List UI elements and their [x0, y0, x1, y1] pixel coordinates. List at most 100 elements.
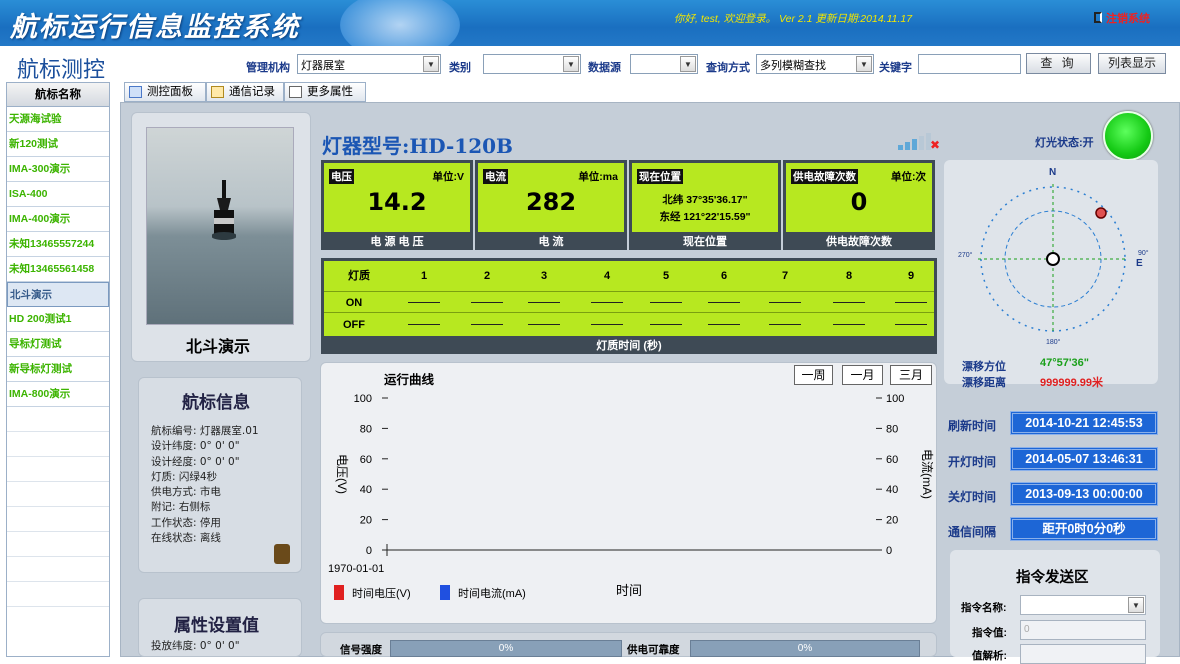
- y-tick-label: 0: [366, 545, 372, 557]
- comm-interval-value: 距开0时0分0秒: [1010, 517, 1158, 541]
- refresh-time-value: 2014-10-21 12:45:53: [1010, 411, 1158, 435]
- command-value-input[interactable]: 0: [1020, 620, 1146, 640]
- light-dash: [833, 302, 865, 303]
- query-select[interactable]: 多列模糊查找 ▼: [756, 54, 874, 74]
- sidebar-item[interactable]: ISA-400: [7, 182, 109, 207]
- light-dash: [895, 302, 927, 303]
- range-3month-button[interactable]: 三月: [890, 365, 932, 385]
- sim-card-icon[interactable]: [274, 544, 290, 564]
- chevron-down-icon: ▼: [1128, 597, 1144, 613]
- light-table-col: 1: [420, 270, 428, 282]
- sidebar-item[interactable]: IMA-400演示: [7, 207, 109, 232]
- tab-monitor-panel[interactable]: 测控面板: [124, 82, 206, 102]
- command-value-label: 指令值:: [972, 627, 1007, 639]
- chevron-down-icon: ▼: [563, 56, 579, 72]
- y-axis-label: 电压(V): [335, 454, 349, 494]
- chevron-down-icon: ▼: [856, 56, 872, 72]
- x-tick-label: 1970-01-01: [328, 563, 384, 575]
- y-tick-label: 40: [360, 484, 372, 496]
- nav-info-line: 航标编号: 灯器展室.01: [151, 425, 259, 437]
- sidebar-empty-row: [7, 557, 109, 582]
- command-name-select[interactable]: ▼: [1020, 595, 1146, 615]
- compass-icon: N E 270° 90° 180°: [958, 167, 1149, 346]
- y-tick-label: 60: [360, 454, 372, 466]
- light-table-col: 9: [907, 270, 915, 282]
- signal-label: 信号强度: [340, 644, 382, 656]
- nav-info-title: 航标信息: [182, 393, 250, 413]
- light-table-head: 灯质: [348, 270, 370, 282]
- light-dash: [471, 302, 503, 303]
- logout-icon: [1094, 12, 1102, 23]
- range-week-button[interactable]: 一周: [794, 365, 833, 385]
- app-header: 航标运行信息监控系统 你好, test, 欢迎登录。 Ver 2.1 更新日期:…: [0, 0, 1180, 46]
- nav-info-line: 在线状态: 离线: [151, 532, 221, 545]
- monitor-icon: [129, 86, 142, 98]
- attr-line: 投放纬度: 0° 0' 0": [151, 640, 240, 652]
- command-parse-field[interactable]: [1020, 644, 1146, 664]
- org-select[interactable]: 灯器展室 ▼: [297, 54, 441, 74]
- sidebar-item[interactable]: 北斗演示: [7, 282, 109, 307]
- light-table-col: 8: [845, 270, 853, 282]
- sidebar-item[interactable]: HD 200测试1: [7, 307, 109, 332]
- refresh-time-label: 刷新时间: [948, 419, 997, 433]
- drift-distance-label: 漂移距离: [962, 377, 1006, 389]
- run-curve-chart: 0 20 40 60 80 100 0 20 40 60 80 100 1970-01-01 电压(V) 电…: [328, 393, 934, 600]
- signal-strength-icon: ✖: [898, 132, 942, 152]
- sidebar-item[interactable]: 新120测试: [7, 132, 109, 157]
- sidebar-item[interactable]: 未知13465557244: [7, 232, 109, 257]
- range-month-button[interactable]: 一月: [842, 365, 883, 385]
- sidebar-empty-row: [7, 582, 109, 607]
- tab-comm-log[interactable]: 通信记录: [206, 82, 284, 102]
- latitude-value: 北纬 37°35'36.17": [662, 194, 748, 206]
- nav-info-line: 设计纬度: 0° 0' 0": [151, 440, 240, 453]
- light-table-col: 4: [603, 270, 611, 282]
- light-dash: [769, 302, 801, 303]
- type-select[interactable]: ▼: [483, 54, 581, 74]
- command-parse-label: 值解析:: [972, 650, 1007, 662]
- sidebar-empty-row: [7, 432, 109, 457]
- light-table-caption: 灯质时间 (秒): [596, 340, 662, 352]
- buoy-image: [212, 180, 236, 240]
- light-table-col: 5: [662, 270, 670, 282]
- nav-info-line: 工作状态: 停用: [151, 516, 221, 529]
- search-button[interactable]: 查 询: [1026, 53, 1091, 74]
- sidebar-item[interactable]: IMA-800演示: [7, 382, 109, 407]
- sidebar-item[interactable]: 导标灯测试: [7, 332, 109, 357]
- y2-tick-label: 80: [886, 423, 898, 435]
- light-off-time-label: 关灯时间: [948, 490, 997, 504]
- keyword-input[interactable]: [918, 54, 1021, 74]
- command-title: 指令发送区: [1016, 569, 1089, 586]
- longitude-value: 东经 121°22'15.59": [659, 211, 751, 223]
- tab-more-attrs[interactable]: 更多属性: [284, 82, 366, 102]
- light-dash: [650, 324, 682, 325]
- nav-info-line: 灯质: 闪绿4秒: [151, 470, 218, 483]
- light-off-time-value: 2013-09-13 00:00:00: [1010, 482, 1158, 506]
- source-select[interactable]: ▼: [630, 54, 698, 74]
- list-view-button[interactable]: 列表显示: [1098, 53, 1166, 74]
- logout-link[interactable]: 注销系统: [1094, 10, 1150, 26]
- light-status-indicator: [1103, 111, 1153, 161]
- legend-swatch: [334, 585, 344, 600]
- fault-count-value: 0: [850, 188, 868, 216]
- buoy-name-caption: 北斗演示: [186, 337, 251, 356]
- light-dash: [591, 302, 623, 303]
- voltage-value: 14.2: [367, 188, 427, 216]
- attr-title: 属性设置值: [174, 616, 259, 636]
- power-reliability-label: 供电可靠度: [627, 644, 680, 656]
- light-dash: [528, 324, 560, 325]
- light-dash: [895, 324, 927, 325]
- light-dash: [528, 302, 560, 303]
- nav-info-line: 设计经度: 0° 0' 0": [151, 455, 240, 468]
- light-table-col: 7: [781, 270, 789, 282]
- sidebar-item[interactable]: 未知13465561458: [7, 257, 109, 282]
- type-label: 类别: [449, 62, 471, 74]
- sidebar-item[interactable]: 新导标灯测试: [7, 357, 109, 382]
- compass-label: 90°: [1138, 249, 1149, 257]
- sidebar: 航标名称 天源海试验 新120测试 IMA-300演示 ISA-400 IMA-400演…: [6, 82, 110, 657]
- sidebar-item[interactable]: IMA-300演示: [7, 157, 109, 182]
- light-dash: [833, 324, 865, 325]
- drift-direction-value: 47°57'36": [1040, 357, 1089, 369]
- light-on-time-label: 开灯时间: [948, 455, 997, 469]
- sidebar-item[interactable]: 天源海试验: [7, 107, 109, 132]
- page-search-icon: [289, 86, 302, 98]
